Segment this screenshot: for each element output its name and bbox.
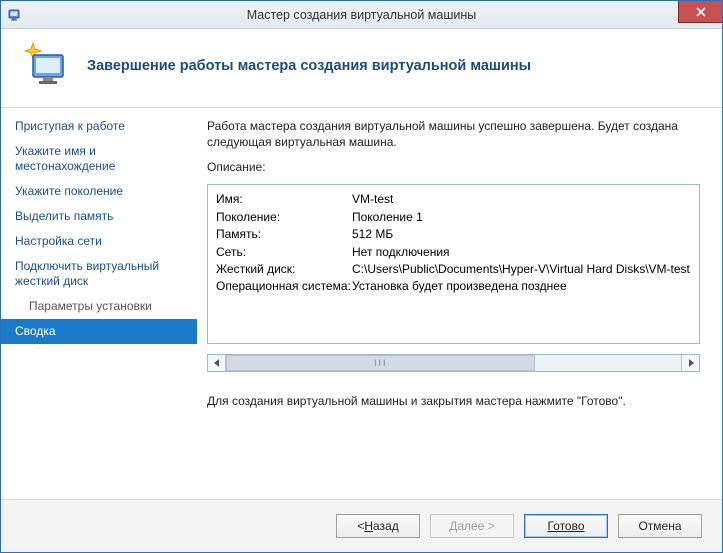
- property-row: Поколение: Поколение 1: [216, 209, 691, 226]
- property-row: Операционная система: Установка будет про…: [216, 278, 691, 295]
- sidebar-step-4[interactable]: Настройка сети: [1, 229, 197, 254]
- wizard-body: Приступая к работеУкажите имя и местонах…: [1, 108, 722, 499]
- cancel-button[interactable]: Отмена: [618, 514, 702, 538]
- property-value: 512 МБ: [352, 226, 691, 243]
- description-box: Имя: VM-test Поколение: Поколение 1 Память: 5…: [207, 184, 700, 344]
- titlebar: Мастер создания виртуальной машины: [1, 1, 722, 29]
- property-key: Поколение:: [216, 209, 346, 226]
- next-button-mnemonic: Д: [449, 519, 457, 533]
- back-button[interactable]: < Назад: [336, 514, 420, 538]
- property-row: Память: 512 МБ: [216, 226, 691, 243]
- property-value: Нет подключения: [352, 244, 691, 261]
- sidebar-step-6[interactable]: Параметры установки: [1, 294, 197, 319]
- wizard-header: Завершение работы мастера создания вирту…: [1, 29, 722, 108]
- wizard-steps-sidebar: Приступая к работеУкажите имя и местонах…: [1, 108, 197, 499]
- back-button-mnemonic: Н: [364, 519, 373, 533]
- description-label: Описание:: [207, 160, 700, 174]
- chevron-left-icon: [213, 359, 221, 367]
- wizard-footer: < Назад Далее > Готово Отмена: [1, 499, 722, 552]
- sidebar-step-3[interactable]: Выделить память: [1, 204, 197, 229]
- property-value: Поколение 1: [352, 209, 691, 226]
- window-close-button[interactable]: [678, 1, 722, 23]
- sidebar-step-1[interactable]: Укажите имя и местонахождение: [1, 139, 197, 179]
- wizard-header-icon: [19, 39, 73, 93]
- wizard-window: Мастер создания виртуальной машины Завер…: [0, 0, 723, 553]
- chevron-right-icon: [687, 359, 695, 367]
- close-icon: [696, 7, 706, 17]
- scroll-right-button[interactable]: [681, 355, 699, 371]
- app-icon: [7, 7, 23, 23]
- finish-button[interactable]: Готово: [524, 514, 608, 538]
- property-value: Установка будет произведена позднее: [352, 278, 691, 295]
- cancel-button-label: Отмена: [638, 519, 681, 533]
- back-button-suffix: азад: [373, 519, 399, 533]
- window-title: Мастер создания виртуальной машины: [1, 8, 722, 22]
- sidebar-step-5[interactable]: Подключить виртуальный жесткий диск: [1, 254, 197, 294]
- description-properties: Имя: VM-test Поколение: Поколение 1 Память: 5…: [208, 185, 699, 301]
- next-button: Далее >: [430, 514, 514, 538]
- sidebar-step-0[interactable]: Приступая к работе: [1, 114, 197, 139]
- property-row: Имя: VM-test: [216, 191, 691, 208]
- wizard-main: Работа мастера создания виртуальной маши…: [197, 108, 722, 499]
- property-row: Сеть: Нет подключения: [216, 244, 691, 261]
- property-key: Сеть:: [216, 244, 346, 261]
- scroll-left-button[interactable]: [208, 355, 226, 371]
- sidebar-step-7[interactable]: Сводка: [1, 319, 197, 344]
- property-value: VM-test: [352, 191, 691, 208]
- description-horizontal-scrollbar[interactable]: III: [207, 354, 700, 372]
- next-button-suffix: алее >: [457, 519, 494, 533]
- finish-hint-text: Для создания виртуальной машины и закрыт…: [207, 394, 700, 408]
- property-key: Операционная система:: [216, 278, 346, 295]
- finish-button-mnemonic: Готово: [547, 519, 584, 533]
- property-key: Имя:: [216, 191, 346, 208]
- property-key: Жесткий диск:: [216, 261, 346, 278]
- scroll-track[interactable]: III: [226, 355, 681, 371]
- sidebar-step-2[interactable]: Укажите поколение: [1, 179, 197, 204]
- scroll-thumb[interactable]: III: [226, 355, 535, 371]
- property-row: Жесткий диск: C:\Users\Public\Documents\H…: [216, 261, 691, 278]
- summary-intro-text: Работа мастера создания виртуальной маши…: [207, 118, 700, 150]
- wizard-header-caption: Завершение работы мастера создания вирту…: [87, 58, 531, 74]
- property-key: Память:: [216, 226, 346, 243]
- property-value: C:\Users\Public\Documents\Hyper-V\Virtua…: [352, 261, 691, 278]
- back-button-prefix: <: [357, 519, 364, 533]
